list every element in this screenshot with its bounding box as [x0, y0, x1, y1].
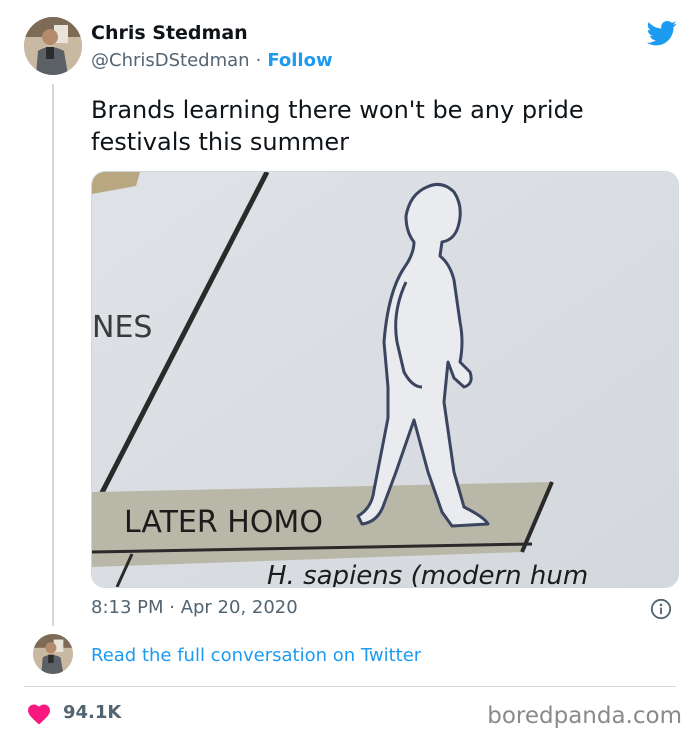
media-label-later-homo: LATER HOMO [124, 505, 323, 540]
author-handle[interactable]: @ChrisDStedman [91, 50, 250, 71]
watermark: boredpanda.com [487, 703, 682, 729]
author-name[interactable]: Chris Stedman [91, 22, 248, 44]
tweet-text: Brands learning there won't be any pride… [91, 96, 584, 156]
follow-button[interactable]: Follow [267, 50, 332, 71]
separator-dot: · [255, 50, 262, 71]
thread-line [52, 84, 54, 626]
media-label-nes: NES [92, 310, 152, 345]
avatar-photo [24, 17, 82, 75]
author-avatar-small[interactable] [33, 634, 73, 674]
avatar-photo-small [33, 634, 73, 674]
tweet-timestamp[interactable]: 8:13 PM · Apr 20, 2020 [91, 597, 298, 618]
read-conversation-link[interactable]: Read the full conversation on Twitter [91, 645, 421, 666]
like-count: 94.1K [63, 702, 122, 723]
divider [24, 686, 676, 687]
author-handle-row: @ChrisDStedman · Follow [91, 50, 333, 71]
author-avatar[interactable] [24, 17, 82, 75]
evolution-chart-photo: NES LATER HOMO H. sapiens (modern hum [92, 172, 678, 587]
media-label-sapiens: H. sapiens (modern hum [267, 561, 588, 587]
heart-icon[interactable] [27, 703, 51, 725]
twitter-bird-icon[interactable] [645, 18, 679, 48]
tweet-media-image[interactable]: NES LATER HOMO H. sapiens (modern hum [91, 171, 679, 588]
info-icon[interactable] [650, 598, 672, 620]
